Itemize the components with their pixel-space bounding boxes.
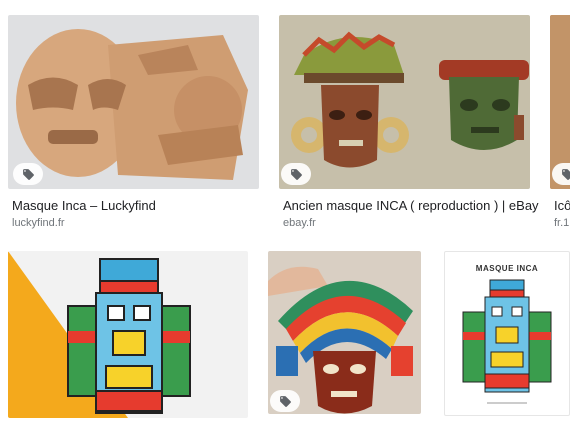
result-source-2: ebay.fr [283, 217, 316, 229]
result-thumbnail-1[interactable] [8, 15, 259, 189]
result-title-2[interactable]: Ancien masque INCA ( reproduction ) | eB… [283, 198, 539, 214]
shopping-tag-badge-5 [270, 390, 300, 412]
result-card-1[interactable]: Masque Inca – Luckyfind luckyfind.fr [0, 0, 270, 240]
wooden-mask-image [8, 15, 259, 189]
result-thumbnail-5[interactable] [268, 251, 421, 414]
result-source-1: luckyfind.fr [12, 217, 65, 229]
shopping-tag-icon [290, 168, 302, 180]
result-thumbnail-3[interactable] [550, 15, 570, 189]
shopping-tag-icon [561, 168, 570, 180]
result-thumbnail-2[interactable] [279, 15, 530, 189]
printable-mask-image [462, 279, 552, 404]
shopping-tag-icon [279, 395, 291, 407]
result-source-3: fr.1 [554, 217, 570, 229]
result-card-6[interactable]: MASQUE INCA [438, 245, 570, 422]
result-thumbnail-4[interactable] [8, 251, 248, 418]
result-card-2[interactable]: Ancien masque INCA ( reproduction ) | eB… [275, 0, 540, 240]
clay-masks-image [279, 15, 530, 189]
result-thumbnail-6[interactable]: MASQUE INCA [444, 251, 570, 416]
result-title-3[interactable]: Icô [554, 198, 570, 214]
shopping-tag-badge-3 [552, 163, 570, 185]
result-card-5[interactable] [262, 245, 427, 422]
result-card-3[interactable]: Icô fr.1 [545, 0, 570, 240]
shopping-tag-icon [22, 168, 34, 180]
result-title-1[interactable]: Masque Inca – Luckyfind [12, 198, 156, 214]
result-card-4[interactable] [0, 245, 252, 422]
cartoon-mask-orange-image [8, 251, 248, 418]
shopping-tag-badge-1 [13, 163, 43, 185]
shopping-tag-badge-2 [281, 163, 311, 185]
